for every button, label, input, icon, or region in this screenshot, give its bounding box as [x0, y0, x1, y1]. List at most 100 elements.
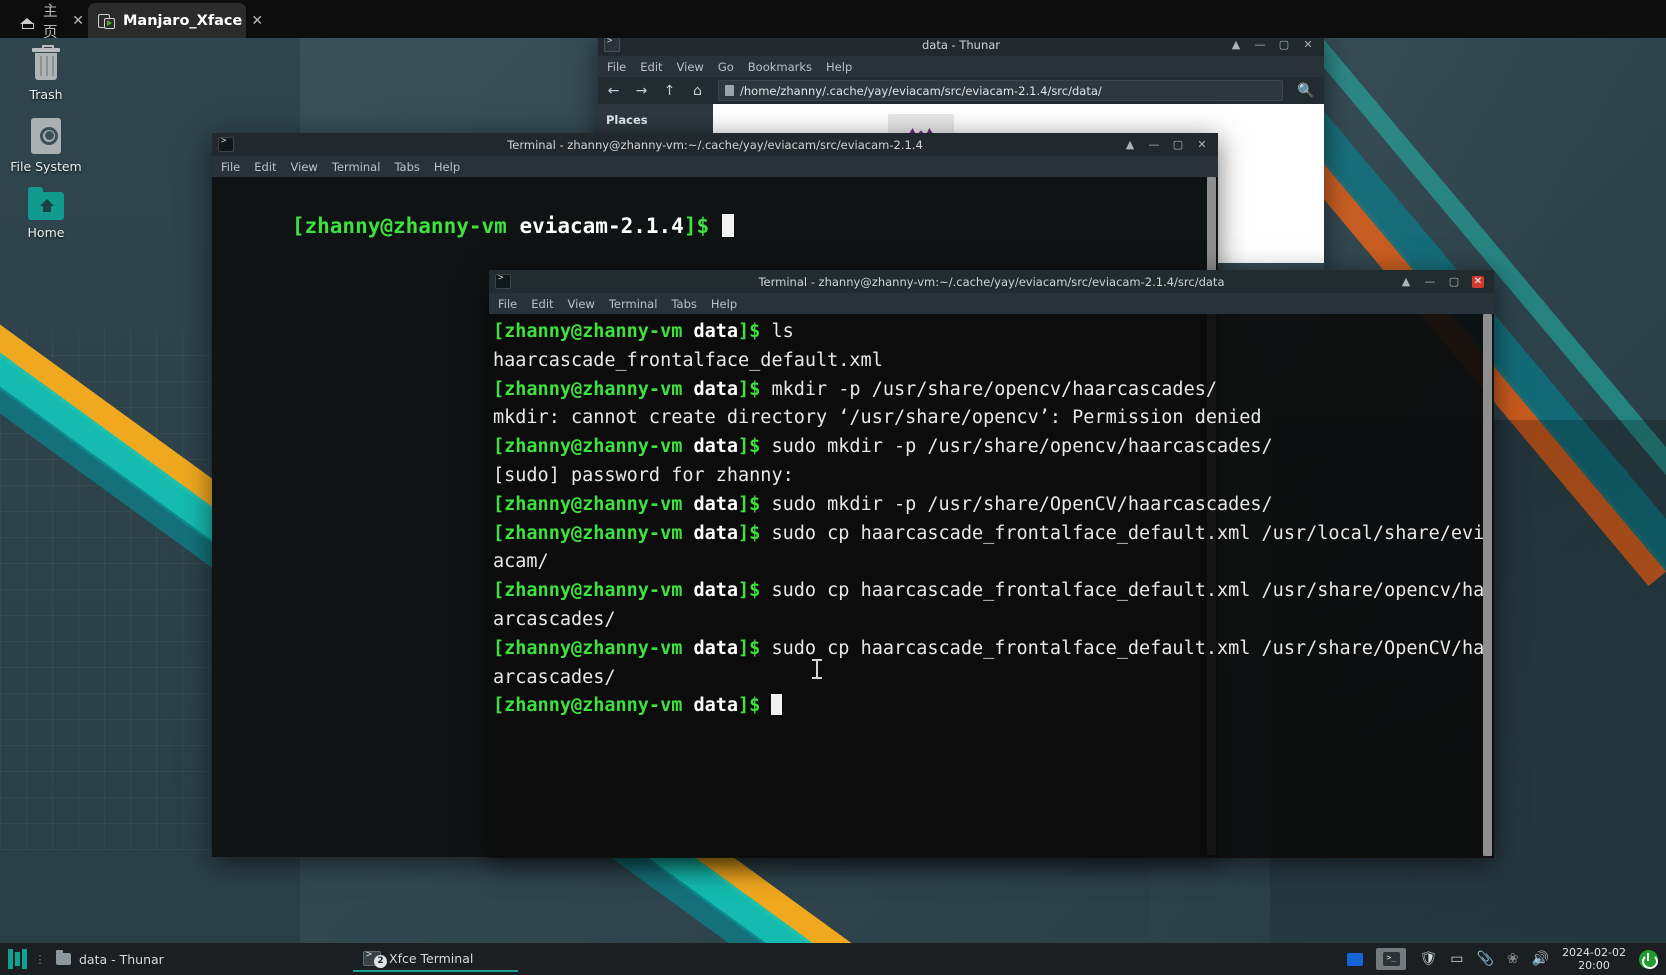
thunar-menu-go[interactable]: Go: [718, 60, 734, 74]
volume-icon[interactable]: 🔊: [1532, 952, 1549, 966]
prompt-user: [zhanny@zhanny-vm: [493, 522, 694, 544]
search-icon[interactable]: 🔍: [1296, 83, 1316, 99]
clipboard-icon[interactable]: 📎: [1476, 952, 1493, 966]
terminal-front-menubar[interactable]: File Edit View Terminal Tabs Help: [489, 293, 1494, 314]
up-icon[interactable]: ↑: [662, 83, 677, 99]
terminal-front-menu-file[interactable]: File: [498, 297, 517, 311]
system-tray[interactable]: 🛡 ▭ 📎 ❀ 🔊 2024-02-02 20:00: [1347, 946, 1666, 972]
prompt-dir: data: [693, 378, 739, 400]
clock-date: 2024-02-02: [1562, 946, 1626, 959]
back-icon[interactable]: ←: [606, 83, 621, 99]
terminal-back-menu-terminal[interactable]: Terminal: [332, 160, 381, 174]
folder-icon: [604, 36, 620, 52]
desktop-icon-trash[interactable]: Trash: [3, 45, 89, 102]
prompt-tail: ]$: [738, 321, 772, 342]
prompt-dir: data: [693, 321, 739, 342]
thunar-menu-view[interactable]: View: [677, 60, 704, 74]
desktop-icon-filesystem-label: File System: [10, 159, 82, 174]
terminal-front-menu-edit[interactable]: Edit: [531, 297, 553, 311]
taskbar[interactable]: ⋮ data - Thunar 2 Xfce Terminal 🛡 ▭ 📎 ❀ …: [0, 943, 1666, 975]
prompt-dir: data: [693, 637, 739, 659]
terminal-window-front[interactable]: Terminal - zhanny@zhanny-vm:~/.cache/yay…: [489, 270, 1494, 858]
tab-home[interactable]: 主页 ✕: [10, 3, 94, 41]
terminal-line-prompt: [zhanny@zhanny-vm data]$ sudo mkdir -p /…: [493, 433, 1488, 462]
thunar-close-button[interactable]: ✕: [1302, 38, 1314, 51]
display-icon[interactable]: ▭: [1450, 952, 1463, 966]
taskbar-grip[interactable]: ⋮: [34, 953, 46, 966]
prompt-tail: ]$: [738, 637, 772, 659]
shield-icon[interactable]: 🛡: [1419, 952, 1437, 966]
taskbar-button-thunar-label: data - Thunar: [79, 951, 164, 967]
thunar-menu-help[interactable]: Help: [826, 60, 852, 74]
prompt-user: [zhanny@zhanny-vm: [493, 637, 694, 659]
terminal-back-menu-help[interactable]: Help: [434, 160, 460, 174]
terminal-back-menu-file[interactable]: File: [221, 160, 240, 174]
home-icon[interactable]: ⌂: [690, 83, 705, 99]
terminal-line-prompt: [zhanny@zhanny-vm data]$ sudo cp haarcas…: [493, 520, 1488, 578]
terminal-front-shade-button[interactable]: ▲: [1400, 275, 1412, 288]
terminal-back-text: [zhanny@zhanny-vm eviacam-2.1.4]$: [212, 177, 1218, 271]
terminal-back-menubar[interactable]: File Edit View Terminal Tabs Help: [212, 156, 1218, 177]
terminal-line-output: mkdir: cannot create directory ‘/usr/sha…: [493, 407, 1262, 429]
terminal-front-menu-view[interactable]: View: [568, 297, 595, 311]
terminal-front-maximize-button[interactable]: ▢: [1448, 275, 1460, 288]
terminal-front-menu-help[interactable]: Help: [711, 297, 737, 311]
prompt-user: [zhanny@zhanny-vm: [493, 321, 694, 342]
terminal-front-scroll-thumb[interactable]: [1483, 314, 1492, 856]
path-input[interactable]: /home/zhanny/.cache/yay/eviacam/src/evia…: [718, 80, 1283, 101]
terminal-back-shade-button[interactable]: ▲: [1124, 138, 1136, 151]
tab-home-label: 主页: [43, 3, 58, 41]
clock-time: 20:00: [1578, 959, 1610, 972]
thunar-menu-edit[interactable]: Edit: [640, 60, 662, 74]
terminal-group-icon[interactable]: [1376, 948, 1407, 970]
thunar-shade-button[interactable]: ▲: [1230, 38, 1242, 51]
window-icon[interactable]: [1347, 952, 1364, 966]
thunar-minimize-button[interactable]: —: [1254, 38, 1266, 51]
prompt-dir: data: [693, 436, 739, 458]
prompt-user: [zhanny@zhanny-vm: [493, 580, 694, 602]
forward-icon[interactable]: →: [634, 83, 649, 99]
tab-manjaro-close-icon[interactable]: ✕: [251, 13, 263, 29]
taskbar-button-thunar[interactable]: data - Thunar: [46, 946, 211, 972]
tab-home-close-icon[interactable]: ✕: [72, 13, 84, 29]
logout-icon[interactable]: [1639, 949, 1658, 969]
terminal-back-minimize-button[interactable]: —: [1148, 138, 1160, 151]
thunar-menu-file[interactable]: File: [607, 60, 626, 74]
thunar-maximize-button[interactable]: ▢: [1278, 38, 1290, 51]
terminal-front-titlebar[interactable]: Terminal - zhanny@zhanny-vm:~/.cache/yay…: [489, 270, 1494, 293]
terminal-front-body[interactable]: [zhanny@zhanny-vm data]$ ls haarcascade_f…: [489, 314, 1494, 858]
terminal-back-maximize-button[interactable]: ▢: [1172, 138, 1184, 151]
taskbar-button-terminal-badge: 2: [374, 955, 387, 968]
thunar-menubar[interactable]: File Edit View Go Bookmarks Help: [598, 56, 1324, 77]
desktop-icon-filesystem[interactable]: File System: [3, 118, 89, 174]
desktop-icon-home[interactable]: Home: [3, 187, 89, 240]
terminal-back-titlebar[interactable]: Terminal - zhanny@zhanny-vm:~/.cache/yay…: [212, 133, 1218, 156]
terminal-front-menu-terminal[interactable]: Terminal: [609, 297, 658, 311]
mouse-cursor-ibeam: [812, 659, 822, 679]
prompt-tail: ]$: [738, 378, 772, 400]
terminal-back-close-button[interactable]: ✕: [1196, 138, 1208, 151]
clock[interactable]: 2024-02-02 20:00: [1562, 946, 1626, 972]
menu-launcher-icon[interactable]: [0, 943, 34, 975]
trash-icon: [31, 45, 61, 82]
thunar-menu-bookmarks[interactable]: Bookmarks: [748, 60, 812, 74]
terminal-front-close-button[interactable]: ✕: [1472, 275, 1484, 288]
terminal-line-output: [sudo] password for zhanny:: [493, 464, 794, 486]
terminal-front-menu-tabs[interactable]: Tabs: [671, 297, 696, 311]
terminal-front-minimize-button[interactable]: —: [1424, 275, 1436, 288]
prompt-tail: ]$: [738, 436, 772, 458]
tab-manjaro-xface[interactable]: Manjaro_Xface ✕: [88, 3, 263, 38]
taskbar-button-terminal[interactable]: 2 Xfce Terminal: [353, 946, 518, 972]
terminal-back-menu-tabs[interactable]: Tabs: [394, 160, 419, 174]
thunar-pathbar[interactable]: ← → ↑ ⌂ /home/zhanny/.cache/yay/eviacam/…: [598, 77, 1324, 104]
terminal-back-menu-edit[interactable]: Edit: [254, 160, 276, 174]
prompt-user: [zhanny@zhanny-vm: [493, 695, 694, 717]
bluetooth-icon[interactable]: ❀: [1507, 952, 1519, 966]
prompt-command: sudo mkdir -p /usr/share/OpenCV/haarcasc…: [771, 493, 1273, 515]
terminal-icon: [218, 136, 234, 152]
prompt-command: ls: [771, 321, 794, 342]
prompt-command: sudo mkdir -p /usr/share/opencv/haarcasc…: [771, 436, 1273, 458]
terminal-line-output: haarcascade_frontalface_default.xml: [493, 349, 883, 371]
virtualmachine-icon: [98, 13, 115, 29]
terminal-back-menu-view[interactable]: View: [291, 160, 318, 174]
